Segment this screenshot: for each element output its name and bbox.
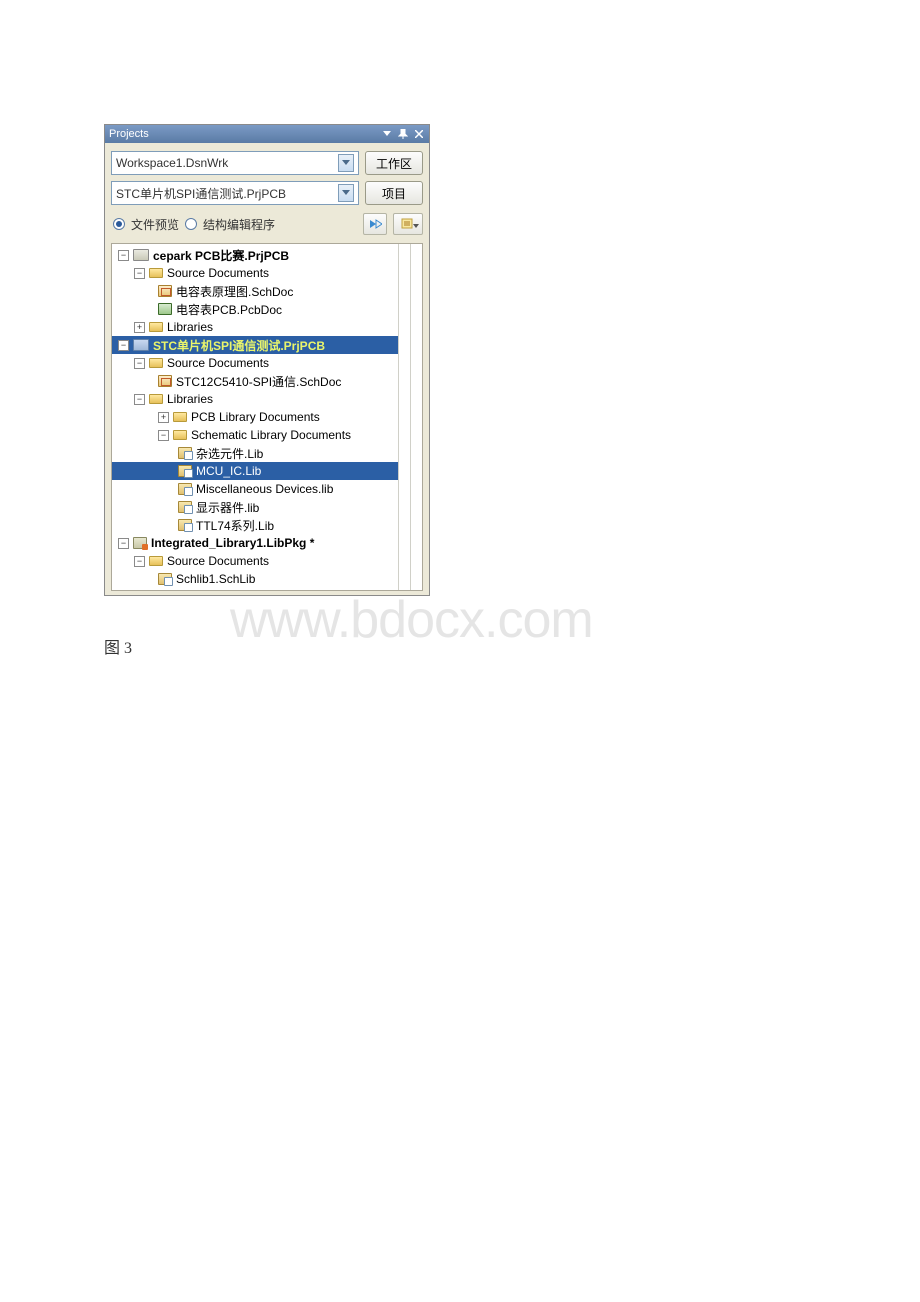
tree-label: TTL74系列.Lib xyxy=(196,517,274,534)
folder-icon xyxy=(149,556,163,566)
tree-label: Source Documents xyxy=(167,356,269,370)
collapse-icon[interactable]: − xyxy=(134,358,145,369)
tree-source-docs[interactable]: − Source Documents xyxy=(112,354,398,372)
panel-body: Workspace1.DsnWrk 工作区 STC单片机SPI通信测试.PrjP… xyxy=(105,143,429,595)
tree-libraries[interactable]: − Libraries xyxy=(112,390,398,408)
tree-label: PCB Library Documents xyxy=(191,410,320,424)
collapse-icon[interactable]: − xyxy=(158,430,169,441)
tree-pcb-lib-docs[interactable]: + PCB Library Documents xyxy=(112,408,398,426)
tree-label: Source Documents xyxy=(167,554,269,568)
tree-label: 电容表原理图.SchDoc xyxy=(176,283,293,300)
collapse-icon[interactable]: − xyxy=(134,268,145,279)
tree-lib-file[interactable]: TTL74系列.Lib xyxy=(112,516,398,534)
tree-lib-file[interactable]: 显示器件.lib xyxy=(112,498,398,516)
tree-lib-file-selected[interactable]: MCU_IC.Lib xyxy=(112,462,398,480)
tree-label: 电容表PCB.PcbDoc xyxy=(176,301,282,318)
collapse-icon[interactable]: − xyxy=(134,556,145,567)
options-button[interactable] xyxy=(393,213,423,235)
project-icon xyxy=(133,249,149,261)
expand-icon[interactable]: + xyxy=(158,412,169,423)
dropdown-icon[interactable] xyxy=(381,128,393,140)
tree-label: STC单片机SPI通信测试.PrjPCB xyxy=(153,337,325,354)
project-combo[interactable]: STC单片机SPI通信测试.PrjPCB xyxy=(111,181,359,205)
tree-file-schlib[interactable]: Schlib1.SchLib xyxy=(112,570,398,588)
figure-caption: 图 3 xyxy=(104,634,132,658)
panel-title: Projects xyxy=(109,128,381,140)
close-icon[interactable] xyxy=(413,128,425,140)
tree-column-divider xyxy=(410,244,422,590)
workspace-value: Workspace1.DsnWrk xyxy=(116,156,338,170)
tree-lib-file[interactable]: Miscellaneous Devices.lib xyxy=(112,480,398,498)
tree-sch-lib-docs[interactable]: − Schematic Library Documents xyxy=(112,426,398,444)
tree-label: Libraries xyxy=(167,320,213,334)
project-value: STC单片机SPI通信测试.PrjPCB xyxy=(116,185,338,202)
workspace-button[interactable]: 工作区 xyxy=(365,151,423,175)
radio-structure-editor[interactable] xyxy=(185,218,197,230)
tree-label: MCU_IC.Lib xyxy=(196,464,261,478)
tree-label: STC12C5410-SPI通信.SchDoc xyxy=(176,373,341,390)
schematic-icon xyxy=(158,285,172,297)
compile-button[interactable] xyxy=(363,213,387,235)
collapse-icon[interactable]: − xyxy=(134,394,145,405)
project-button[interactable]: 项目 xyxy=(365,181,423,205)
folder-icon xyxy=(149,358,163,368)
pcb-icon xyxy=(158,303,172,315)
tree-label: Schematic Library Documents xyxy=(191,428,351,442)
tree-label: Integrated_Library1.LibPkg * xyxy=(151,536,314,550)
libpkg-icon xyxy=(133,537,147,549)
folder-icon xyxy=(149,322,163,332)
library-icon xyxy=(178,519,192,531)
folder-icon xyxy=(149,394,163,404)
tree-label: 显示器件.lib xyxy=(196,499,259,516)
tree-file-schdoc[interactable]: 电容表原理图.SchDoc xyxy=(112,282,398,300)
expand-icon[interactable]: + xyxy=(134,322,145,333)
collapse-icon[interactable]: − xyxy=(118,250,129,261)
tree-libraries[interactable]: + Libraries xyxy=(112,318,398,336)
library-icon xyxy=(178,501,192,513)
tree-source-docs[interactable]: − Source Documents xyxy=(112,552,398,570)
schematic-icon xyxy=(158,375,172,387)
library-icon xyxy=(178,465,192,477)
chevron-down-icon[interactable] xyxy=(338,184,354,202)
tree-lib-file[interactable]: 杂选元件.Lib xyxy=(112,444,398,462)
radio-file-preview-label: 文件预览 xyxy=(131,216,179,233)
radio-file-preview[interactable] xyxy=(113,218,125,230)
folder-icon xyxy=(173,430,187,440)
tree-project-2-active[interactable]: − STC单片机SPI通信测试.PrjPCB xyxy=(112,336,398,354)
tree-project-3[interactable]: − Integrated_Library1.LibPkg * xyxy=(112,534,398,552)
tree-label: Miscellaneous Devices.lib xyxy=(196,482,333,496)
library-icon xyxy=(158,573,172,585)
library-icon xyxy=(178,447,192,459)
project-icon xyxy=(133,339,149,351)
projects-panel: Projects Workspace1.DsnWrk 工作区 xyxy=(104,124,430,596)
tree-label: Source Documents xyxy=(167,266,269,280)
pin-icon[interactable] xyxy=(397,128,409,140)
collapse-icon[interactable]: − xyxy=(118,340,129,351)
tree-file-schdoc[interactable]: STC12C5410-SPI通信.SchDoc xyxy=(112,372,398,390)
project-tree: − cepark PCB比赛.PrjPCB − Source Documents… xyxy=(111,243,423,591)
tree-column-divider xyxy=(398,244,410,590)
tree-file-pcbdoc[interactable]: 电容表PCB.PcbDoc xyxy=(112,300,398,318)
tree-label: Schlib1.SchLib xyxy=(176,572,255,586)
panel-titlebar[interactable]: Projects xyxy=(105,125,429,143)
tree-label: Libraries xyxy=(167,392,213,406)
library-icon xyxy=(178,483,192,495)
tree-label: cepark PCB比赛.PrjPCB xyxy=(153,247,289,264)
workspace-combo[interactable]: Workspace1.DsnWrk xyxy=(111,151,359,175)
tree-source-docs[interactable]: − Source Documents xyxy=(112,264,398,282)
radio-structure-editor-label: 结构编辑程序 xyxy=(203,216,275,233)
collapse-icon[interactable]: − xyxy=(118,538,129,549)
watermark-text: www.bdocx.com xyxy=(230,590,593,650)
chevron-down-icon[interactable] xyxy=(338,154,354,172)
tree-project-1[interactable]: − cepark PCB比赛.PrjPCB xyxy=(112,246,398,264)
tree-label: 杂选元件.Lib xyxy=(196,445,263,462)
folder-icon xyxy=(173,412,187,422)
folder-icon xyxy=(149,268,163,278)
